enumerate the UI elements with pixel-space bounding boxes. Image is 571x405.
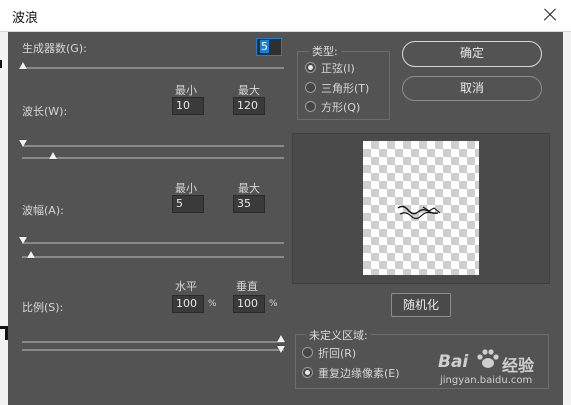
generators-value: 5 xyxy=(260,40,269,53)
amplitude-min-track[interactable] xyxy=(22,242,284,244)
type-legend: 类型: xyxy=(309,43,341,59)
repeat-edge-radio[interactable] xyxy=(302,367,313,378)
scale-h-input[interactable]: 100 xyxy=(172,295,204,313)
cancel-button[interactable]: 取消 xyxy=(402,76,542,101)
title-bar: 波浪 xyxy=(0,0,571,32)
amplitude-max-input[interactable]: 35 xyxy=(233,195,265,213)
scale-h-unit: % xyxy=(208,299,217,309)
scale-v-input[interactable]: 100 xyxy=(233,295,265,313)
ok-button[interactable]: 确定 xyxy=(402,41,542,67)
scale-label: 比例(S): xyxy=(22,301,64,314)
wavelength-min-track[interactable] xyxy=(22,145,284,147)
wrap-around-radio[interactable] xyxy=(302,347,313,358)
paw-logo-icon xyxy=(475,348,501,375)
randomize-button[interactable]: 随机化 xyxy=(391,293,451,317)
background-edge-right xyxy=(563,32,571,405)
amplitude-max-track[interactable] xyxy=(22,256,284,258)
wavelength-min-thumb[interactable] xyxy=(19,140,27,147)
background-mark xyxy=(0,60,8,68)
scale-v-thumb[interactable] xyxy=(277,346,285,353)
scale-h-label: 水平 xyxy=(175,280,197,293)
repeat-edge-label[interactable]: 重复边缘像素(E) xyxy=(318,365,400,381)
amplitude-label: 波幅(A): xyxy=(22,204,64,217)
wavelength-max-label: 最大 xyxy=(238,84,260,97)
wave-preview-icon xyxy=(397,205,441,220)
wrap-around-label[interactable]: 折回(R) xyxy=(318,345,356,361)
wavelength-min-input[interactable]: 10 xyxy=(172,97,204,115)
wavelength-max-input[interactable]: 120 xyxy=(233,97,265,115)
undefined-area-legend: 未定义区域: xyxy=(306,327,371,343)
type-triangle-radio[interactable] xyxy=(305,82,316,93)
amplitude-min-input[interactable]: 5 xyxy=(172,195,204,213)
type-sine-label[interactable]: 正弦(I) xyxy=(321,60,355,76)
scale-v-unit: % xyxy=(269,299,278,309)
background-edge-left xyxy=(0,32,8,405)
generators-input[interactable]: 5 xyxy=(256,38,282,56)
generators-slider-thumb[interactable] xyxy=(19,62,27,69)
amplitude-min-thumb[interactable] xyxy=(19,237,27,244)
preview-canvas[interactable] xyxy=(363,141,479,275)
watermark-url: jingyan.baidu.com xyxy=(440,375,533,386)
wavelength-min-label: 最小 xyxy=(175,84,197,97)
wavelength-max-thumb[interactable] xyxy=(49,152,57,159)
amplitude-min-label: 最小 xyxy=(175,182,197,195)
wavelength-label: 波长(W): xyxy=(22,105,68,118)
type-sine-radio[interactable] xyxy=(305,62,316,73)
type-square-radio[interactable] xyxy=(305,101,316,112)
scale-h-thumb[interactable] xyxy=(277,335,285,342)
watermark-brand: Bai xyxy=(438,352,469,372)
watermark-brand2: 经验 xyxy=(502,356,535,375)
scale-v-label: 垂直 xyxy=(236,280,258,293)
type-triangle-label[interactable]: 三角形(T) xyxy=(321,80,369,96)
amplitude-max-thumb[interactable] xyxy=(27,251,35,258)
scale-v-track[interactable] xyxy=(22,349,284,351)
type-square-label[interactable]: 方形(Q) xyxy=(321,99,360,115)
window-title: 波浪 xyxy=(12,11,39,26)
close-icon[interactable] xyxy=(537,3,563,27)
wavelength-max-track[interactable] xyxy=(22,157,284,159)
generators-label: 生成器数(G): xyxy=(22,42,87,55)
background-glyph xyxy=(0,326,8,340)
scale-h-track[interactable] xyxy=(22,341,284,343)
generators-slider-track[interactable] xyxy=(22,67,284,69)
amplitude-max-label: 最大 xyxy=(238,182,260,195)
